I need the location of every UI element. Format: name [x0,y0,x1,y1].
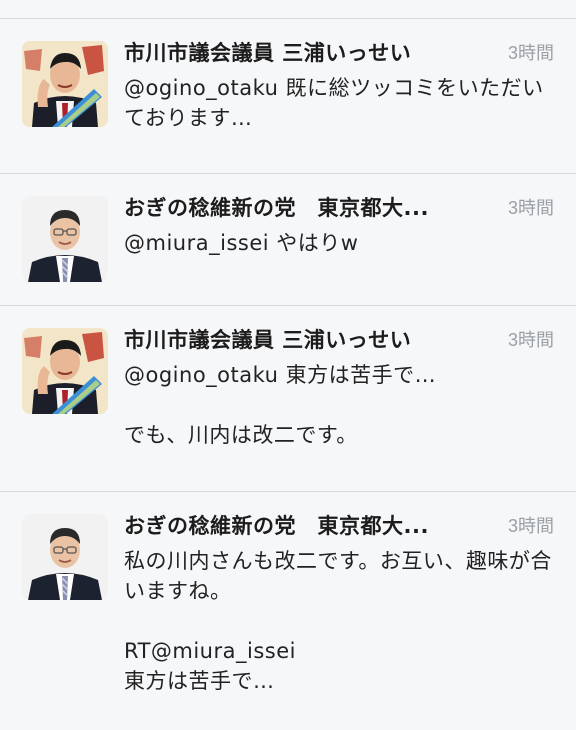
tweet-author-name[interactable]: おぎの稔維新の党 東京都大... [124,510,429,540]
tweet-timestamp: 3時間 [507,516,554,536]
tweet-text: @miura_issei やはりw [124,231,359,255]
ogino-avatar-icon [22,196,108,282]
tweet-author-name[interactable]: おぎの稔維新の党 東京都大... [124,192,429,222]
tweet-timestamp: 3時間 [507,43,554,63]
user-avatar[interactable] [22,328,108,414]
tweet-text: @ogino_otaku 東方は苦手で… でも、川内は改二です。 [124,363,437,447]
tweet-timeline: 市川市議会議員 三浦いっせい 3時間 @ogino_otaku 既に総ツッコミを… [0,0,576,730]
tweet-item[interactable]: 市川市議会議員 三浦いっせい 3時間 @ogino_otaku 東方は苦手で… … [0,306,576,492]
tweet-item[interactable]: おぎの稔維新の党 東京都大... 3時間 私の川内さんも改二です。お互い、趣味が… [0,492,576,730]
tweet-item[interactable]: 市川市議会議員 三浦いっせい 3時間 @ogino_otaku 既に総ツッコミを… [0,19,576,174]
user-avatar[interactable] [22,514,108,600]
timeline-top-divider [0,0,576,19]
miura-avatar-icon [22,328,108,414]
tweet-item[interactable]: おぎの稔維新の党 東京都大... 3時間 @miura_issei やはりw [0,174,576,306]
tweet-text: 私の川内さんも改二です。お互い、趣味が合いますね。 RT@miura_issei… [124,549,552,693]
tweet-timestamp: 3時間 [507,330,554,350]
user-avatar[interactable] [22,196,108,282]
user-avatar[interactable] [22,41,108,127]
tweet-author-name[interactable]: 市川市議会議員 三浦いっせい [124,37,411,67]
ogino-avatar-icon [22,514,108,600]
tweet-author-name[interactable]: 市川市議会議員 三浦いっせい [124,324,411,354]
miura-avatar-icon [22,41,108,127]
tweet-text: @ogino_otaku 既に総ツッコミをいただいております… [124,76,544,130]
tweet-timestamp: 3時間 [507,198,554,218]
